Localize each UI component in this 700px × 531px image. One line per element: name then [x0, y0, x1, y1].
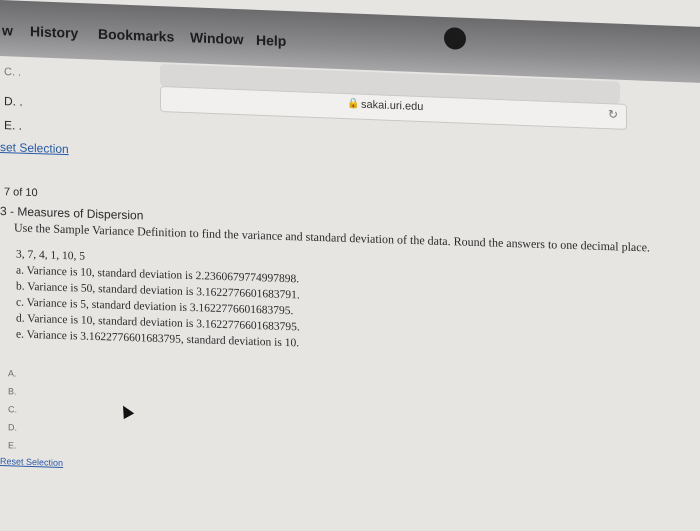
mouse-cursor-icon: [117, 402, 135, 420]
menu-item-window[interactable]: Window: [190, 29, 244, 47]
answer-option-c[interactable]: C.: [8, 404, 17, 414]
menu-item-history[interactable]: History: [30, 23, 78, 41]
question-counter: 7 of 10: [4, 186, 38, 200]
prev-option-d[interactable]: D. .: [4, 94, 23, 109]
reset-selection-link[interactable]: Reset Selection: [0, 456, 63, 468]
page-content: C. . D. . E. . set Selection 7 of 10 3 -…: [0, 66, 700, 531]
prev-reset-selection-link[interactable]: set Selection: [0, 140, 69, 156]
answer-option-b[interactable]: B.: [8, 386, 17, 396]
prev-option-c: C. .: [4, 66, 22, 79]
answer-option-e[interactable]: E.: [8, 440, 17, 450]
answer-option-a[interactable]: A.: [8, 368, 17, 378]
question-data: 3, 7, 4, 1, 10, 5: [16, 248, 85, 263]
prev-option-e[interactable]: E. .: [4, 118, 22, 133]
answer-option-d[interactable]: D.: [8, 422, 17, 432]
menu-item-help[interactable]: Help: [256, 32, 286, 49]
menu-item-bookmarks[interactable]: Bookmarks: [98, 26, 174, 45]
record-icon: [444, 27, 466, 50]
question-prompt: Use the Sample Variance Definition to fi…: [14, 220, 650, 255]
menu-item-w[interactable]: w: [2, 22, 13, 38]
